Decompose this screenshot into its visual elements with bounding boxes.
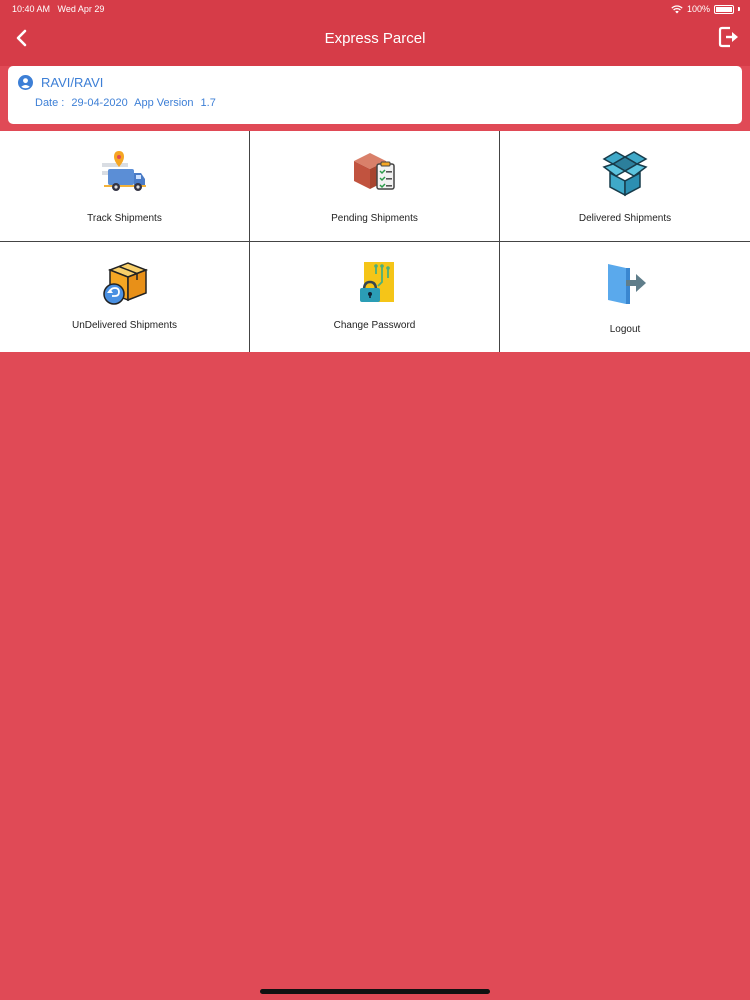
status-right: 100% — [671, 4, 740, 14]
user-info-card: RAVI/RAVI Date : 29-04-2020 App Version … — [8, 66, 742, 124]
box-return-icon — [102, 262, 148, 305]
box-checklist-icon — [353, 153, 395, 190]
menu-label: Pending Shipments — [331, 213, 418, 224]
date-label: Date : — [35, 97, 65, 109]
menu-label: Change Password — [333, 320, 416, 331]
battery-percent: 100% — [686, 4, 710, 14]
battery-icon — [714, 4, 734, 14]
page-title: Express Parcel — [324, 30, 426, 47]
door-exit-icon — [608, 264, 646, 304]
status-clock: 10:40 AM — [12, 4, 51, 14]
user-name: RAVI/RAVI — [41, 75, 104, 90]
status-time: 10:40 AM Wed Apr 29 — [12, 4, 104, 14]
logout-icon[interactable] — [718, 26, 740, 48]
menu-item-delivered-shipments[interactable]: Delivered Shipments — [500, 131, 750, 242]
status-bar: 10:40 AM Wed Apr 29 100% — [0, 0, 750, 18]
user-circle-icon — [18, 75, 33, 90]
version-value: 1.7 — [200, 97, 216, 109]
wifi-icon — [671, 4, 683, 13]
home-indicator[interactable] — [260, 989, 490, 994]
user-meta: Date : 29-04-2020 App Version 1.7 — [35, 97, 220, 109]
menu-item-track-shipments[interactable]: Track Shipments — [0, 131, 250, 242]
menu-item-undelivered-shipments[interactable]: UnDelivered Shipments — [0, 242, 250, 352]
menu-label: Track Shipments — [87, 213, 162, 224]
delivery-truck-icon — [101, 151, 146, 191]
status-date: Wed Apr 29 — [57, 4, 105, 14]
app-header: 10:40 AM Wed Apr 29 100% Express Parcel — [0, 0, 750, 66]
battery-tip — [738, 7, 740, 11]
lock-circuit-icon — [359, 262, 394, 302]
menu-grid: Track Shipments Pending Shipments Delive… — [0, 131, 750, 352]
menu-label: Logout — [609, 324, 641, 335]
version-label: App Version — [134, 97, 194, 109]
menu-item-pending-shipments[interactable]: Pending Shipments — [250, 131, 500, 242]
date-value: 29-04-2020 — [71, 97, 128, 109]
open-box-icon — [602, 151, 648, 197]
menu-label: Delivered Shipments — [578, 213, 672, 224]
menu-label: UnDelivered Shipments — [71, 320, 178, 331]
menu-item-change-password[interactable]: Change Password — [250, 242, 500, 352]
menu-item-logout[interactable]: Logout — [500, 242, 750, 352]
